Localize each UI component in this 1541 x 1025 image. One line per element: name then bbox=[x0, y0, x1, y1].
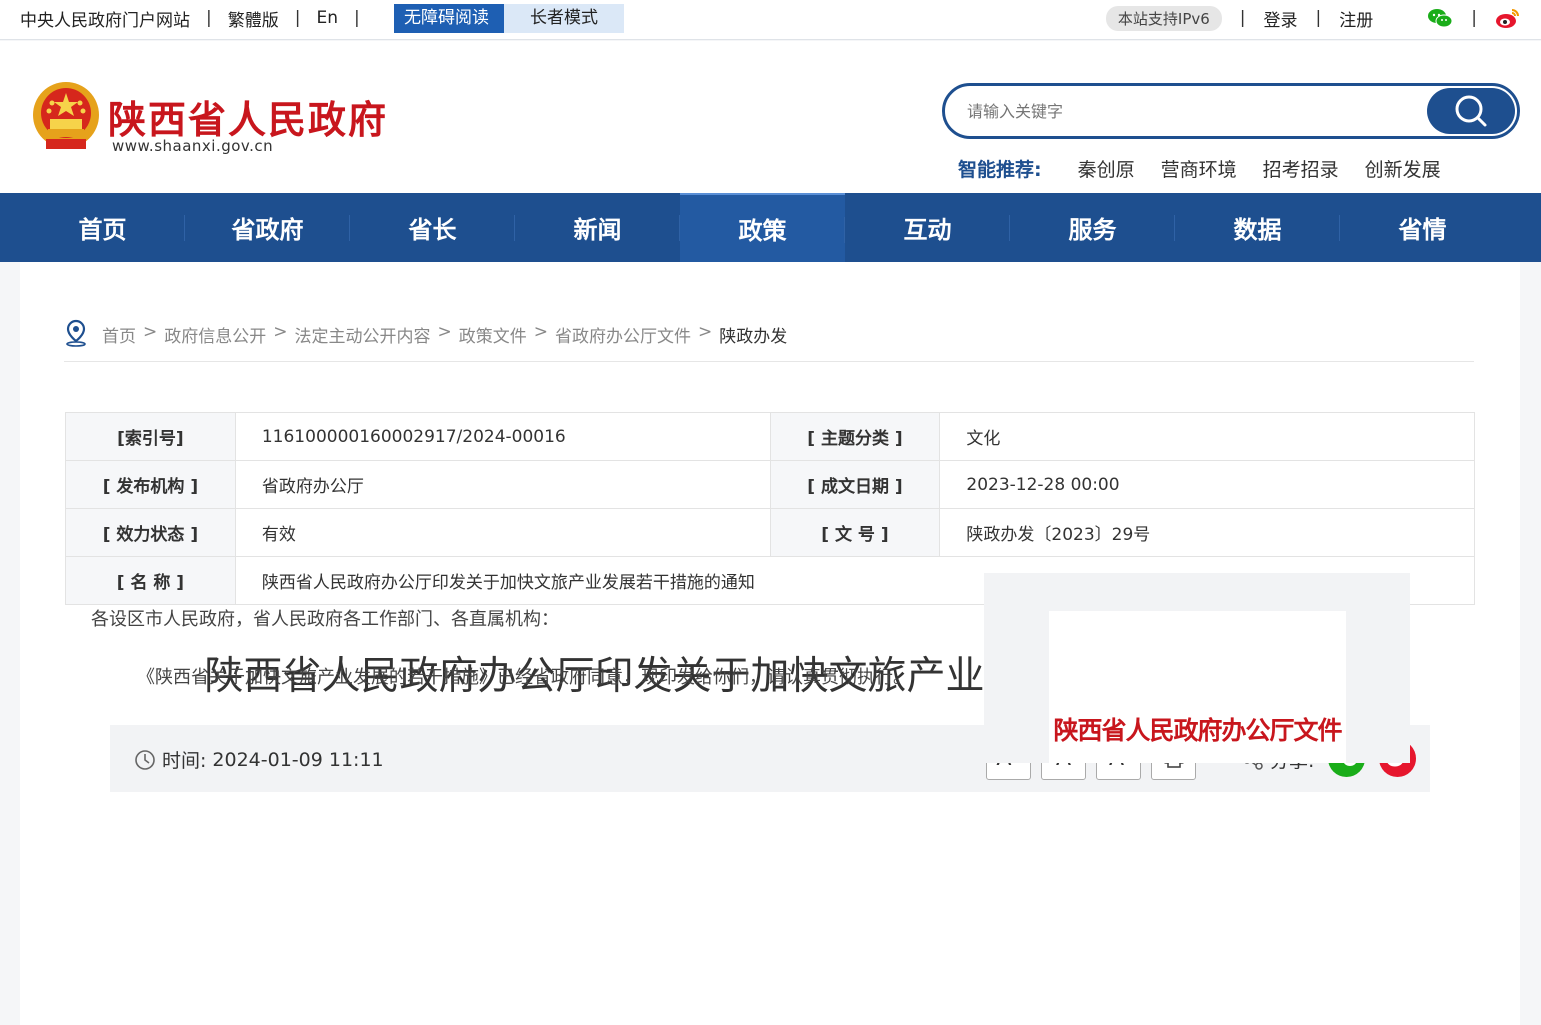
top-bar: 中央人民政府门户网站 | 繁體版 | En | 无障碍阅读 长者模式 本站支持I… bbox=[0, 0, 1541, 40]
breadcrumb-separator: > bbox=[273, 322, 288, 342]
breadcrumb-separator: > bbox=[698, 322, 713, 342]
recommend-item[interactable]: 秦创原 bbox=[1078, 155, 1135, 182]
time-label: 时间: bbox=[162, 750, 207, 772]
ipv6-badge: 本站支持IPv6 bbox=[1105, 5, 1222, 31]
site-url: www.shaanxi.gov.cn bbox=[112, 137, 274, 155]
search-box bbox=[942, 83, 1520, 139]
publish-time: 时间: 2024-01-09 11:11 bbox=[134, 746, 384, 773]
divider: | bbox=[1239, 8, 1246, 28]
nav-home[interactable]: 首页 bbox=[20, 193, 185, 262]
breadcrumb-item[interactable]: 首页 bbox=[102, 322, 136, 347]
table-row: [ 效力状态 ] 有效 [ 文 号 ] 陕政办发〔2023〕29号 bbox=[65, 508, 1475, 557]
nav-province-info[interactable]: 省情 bbox=[1340, 193, 1505, 262]
divider: | bbox=[1315, 8, 1322, 28]
location-pin-icon bbox=[64, 319, 88, 347]
traditional-chinese-link[interactable]: 繁體版 bbox=[228, 6, 279, 31]
english-link[interactable]: En bbox=[316, 8, 338, 28]
divider: | bbox=[353, 8, 360, 28]
index-no-label: [索引号] bbox=[65, 412, 236, 461]
elder-mode-button[interactable]: 长者模式 bbox=[504, 4, 624, 33]
document-header-text: 陕西省人民政府办公厅文件 bbox=[1053, 716, 1342, 745]
breadcrumb-item[interactable]: 政策文件 bbox=[459, 322, 527, 347]
search-input[interactable] bbox=[967, 98, 1407, 124]
nav-governor[interactable]: 省长 bbox=[350, 193, 515, 262]
nav-services[interactable]: 服务 bbox=[1010, 193, 1175, 262]
status-value: 有效 bbox=[234, 508, 771, 557]
weibo-icon[interactable] bbox=[1495, 7, 1521, 29]
salutation-paragraph: 各设区市人民政府，省人民政府各工作部门、各直属机构： bbox=[91, 609, 559, 630]
time-value: 2024-01-09 11:11 bbox=[212, 748, 384, 771]
date-value: 2023-12-28 00:00 bbox=[939, 460, 1475, 509]
national-emblem-icon bbox=[30, 81, 102, 155]
search-button[interactable] bbox=[1427, 88, 1515, 134]
body-paragraph: 《陕西省关于加快文旅产业发展的若干措施》已经省政府同意，现印发给你们，请认真贯彻… bbox=[137, 667, 911, 688]
doc-no-label: [ 文 号 ] bbox=[769, 508, 941, 557]
topic-value: 文化 bbox=[939, 412, 1475, 461]
login-link[interactable]: 登录 bbox=[1264, 6, 1298, 31]
article-body: 各设区市人民政府，省人民政府各工作部门、各直属机构： 《陕西省关于加快文旅产业发… bbox=[91, 600, 951, 698]
breadcrumb-current: 陕政办发 bbox=[719, 327, 788, 347]
recommend-item[interactable]: 创新发展 bbox=[1365, 155, 1441, 182]
nav-interaction[interactable]: 互动 bbox=[845, 193, 1010, 262]
doc-no-value: 陕政办发〔2023〕29号 bbox=[939, 508, 1475, 557]
publisher-value: 省政府办公厅 bbox=[234, 460, 771, 509]
site-header: 陕西省人民政府 www.shaanxi.gov.cn 智能推荐: 秦创原 营商环… bbox=[0, 41, 1541, 193]
gov-portal-link[interactable]: 中央人民政府门户网站 bbox=[20, 6, 190, 31]
wechat-icon[interactable] bbox=[1427, 8, 1453, 28]
register-link[interactable]: 注册 bbox=[1339, 6, 1373, 31]
recommend-item[interactable]: 招考招录 bbox=[1263, 155, 1339, 182]
table-row: [ 发布机构 ] 省政府办公厅 [ 成文日期 ] 2023-12-28 00:0… bbox=[65, 460, 1475, 509]
smart-recommend: 智能推荐: 秦创原 营商环境 招考招录 创新发展 bbox=[958, 155, 1467, 182]
index-no-value: 11610000016000​2917/2024-00016 bbox=[234, 412, 771, 461]
nav-news[interactable]: 新闻 bbox=[515, 193, 680, 262]
breadcrumb-item[interactable]: 政府信息公开 bbox=[164, 322, 266, 347]
status-label: [ 效力状态 ] bbox=[65, 508, 236, 557]
breadcrumb-separator: > bbox=[143, 322, 158, 342]
breadcrumb-separator: > bbox=[437, 322, 452, 342]
accessible-reading-button[interactable]: 无障碍阅读 bbox=[394, 4, 504, 33]
topic-label: [ 主题分类 ] bbox=[769, 412, 941, 461]
breadcrumb-item[interactable]: 法定主动公开内容 bbox=[295, 322, 431, 347]
document-preview-panel: 陕西省人民政府办公厅文件 bbox=[984, 573, 1410, 763]
clock-icon bbox=[135, 749, 155, 770]
divider: | bbox=[206, 8, 212, 28]
recommend-item[interactable]: 营商环境 bbox=[1161, 155, 1237, 182]
nav-data[interactable]: 数据 bbox=[1175, 193, 1340, 262]
nav-province-gov[interactable]: 省政府 bbox=[185, 193, 350, 262]
breadcrumb-item[interactable]: 省政府办公厅文件 bbox=[555, 322, 691, 347]
name-label: [ 名 称 ] bbox=[65, 556, 236, 605]
main-nav: 首页 省政府 省长 新闻 政策 互动 服务 数据 省情 bbox=[0, 193, 1541, 262]
recommend-label: 智能推荐: bbox=[958, 159, 1042, 181]
nav-policy[interactable]: 政策 bbox=[680, 193, 845, 262]
divider: | bbox=[294, 8, 301, 28]
site-title[interactable]: 陕西省人民政府 bbox=[108, 89, 388, 144]
publisher-label: [ 发布机构 ] bbox=[65, 460, 236, 509]
table-row: [索引号] 11610000016000​2917/2024-00016 [ 主… bbox=[65, 412, 1475, 461]
breadcrumb: 首页 > 政府信息公开 > 法定主动公开内容 > 政策文件 > 省政府办公厅文件 > 陕政… bbox=[64, 319, 1474, 362]
date-label: [ 成文日期 ] bbox=[769, 460, 941, 509]
breadcrumb-separator: > bbox=[533, 322, 548, 342]
document-preview[interactable]: 陕西省人民政府办公厅文件 bbox=[1049, 611, 1346, 763]
divider: | bbox=[1471, 8, 1477, 28]
